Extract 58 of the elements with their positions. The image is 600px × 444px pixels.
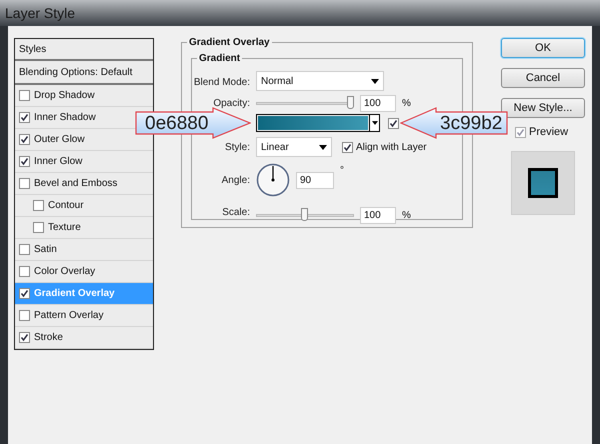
checkbox[interactable] (19, 156, 30, 167)
field-label: Style: (224, 140, 250, 154)
checkbox[interactable] (19, 266, 30, 277)
checkbox[interactable] (19, 332, 30, 343)
angle-dial-icon[interactable] (256, 163, 290, 197)
scale-field[interactable]: 100 (360, 206, 396, 224)
dropdown-arrow-icon (372, 121, 378, 125)
checkbox[interactable] (19, 178, 30, 189)
checkbox[interactable] (19, 112, 30, 123)
dialog-button[interactable]: Cancel (501, 68, 585, 88)
gradient-picker[interactable] (256, 114, 380, 132)
style-item[interactable]: Color Overlay (34, 264, 96, 279)
list-header: Styles (15, 39, 153, 61)
style-item[interactable]: Drop Shadow (34, 88, 95, 103)
checkbox[interactable] (19, 134, 30, 145)
dropdown-arrow-icon (319, 144, 327, 150)
reverse-checkbox[interactable] (388, 118, 399, 128)
style-item[interactable]: Bevel and Emboss (34, 176, 118, 191)
field-label: Scale: (221, 206, 250, 220)
unit-label: % (402, 208, 411, 222)
style-item[interactable]: Inner Glow (34, 154, 82, 169)
callout-arrow: 0e6880 (135, 107, 251, 139)
checkbox[interactable] (33, 222, 44, 233)
callout-arrow: 3c99b2 (400, 107, 508, 139)
opacity-slider[interactable] (256, 96, 354, 110)
preview-checkbox[interactable] (515, 126, 526, 138)
unit-label: ° (340, 164, 344, 178)
align-checkbox[interactable] (342, 142, 353, 152)
preview-label: Preview (529, 125, 568, 140)
dialog-button[interactable]: New Style... (501, 98, 585, 118)
style-dropdown[interactable]: Linear (256, 137, 332, 157)
section-title: Gradient Overlay (187, 35, 272, 50)
window-title: Layer Style (5, 4, 76, 23)
style-item[interactable]: Inner Shadow (34, 110, 96, 125)
style-item[interactable]: Texture (48, 220, 81, 235)
blend-mode-dropdown[interactable]: Normal (256, 71, 384, 91)
style-item[interactable]: Blending Options: Default (19, 64, 132, 80)
checkbox[interactable] (19, 244, 30, 255)
opacity-field[interactable]: 100 (360, 94, 396, 112)
slider-thumb[interactable] (347, 96, 354, 109)
scale-slider[interactable] (256, 208, 354, 222)
style-item[interactable]: Satin (34, 242, 57, 257)
preview-swatch (528, 168, 558, 198)
checkbox[interactable] (19, 90, 30, 101)
angle-field[interactable]: 90 (296, 172, 334, 188)
style-item[interactable]: Pattern Overlay (34, 308, 104, 323)
field-label: Blend Mode: (192, 76, 250, 90)
align-label: Align with Layer (356, 140, 427, 154)
checkbox[interactable] (33, 200, 44, 211)
dropdown-arrow-icon (371, 78, 379, 84)
field-label: Angle: (220, 174, 250, 188)
style-item[interactable]: Contour (48, 198, 84, 213)
checkbox[interactable] (19, 310, 30, 321)
style-item[interactable]: Stroke (34, 330, 63, 345)
dialog-button[interactable]: OK (501, 38, 585, 58)
style-item[interactable]: Outer Glow (34, 132, 85, 147)
slider-thumb[interactable] (301, 208, 308, 221)
checkbox[interactable] (19, 288, 30, 299)
